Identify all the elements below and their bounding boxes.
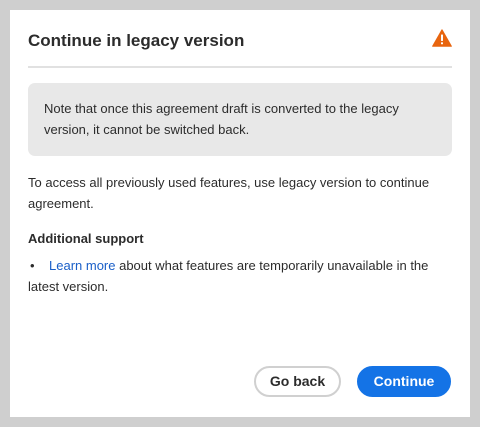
- warning-triangle-icon: [432, 29, 452, 47]
- bullet-icon: •: [30, 258, 35, 273]
- dialog-title: Continue in legacy version: [28, 31, 245, 50]
- legacy-version-dialog: Continue in legacy version Note that onc…: [10, 10, 470, 417]
- additional-support-heading: Additional support: [28, 231, 144, 246]
- continue-button[interactable]: Continue: [357, 366, 451, 397]
- go-back-button[interactable]: Go back: [254, 366, 341, 397]
- dialog-header: Continue in legacy version: [28, 10, 452, 68]
- support-list-item: • Learn more about what features are temp…: [28, 255, 452, 297]
- learn-more-link[interactable]: Learn more: [49, 258, 115, 273]
- legacy-conversion-note: Note that once this agreement draft is c…: [28, 83, 452, 156]
- dialog-description: To access all previously used features, …: [28, 175, 430, 211]
